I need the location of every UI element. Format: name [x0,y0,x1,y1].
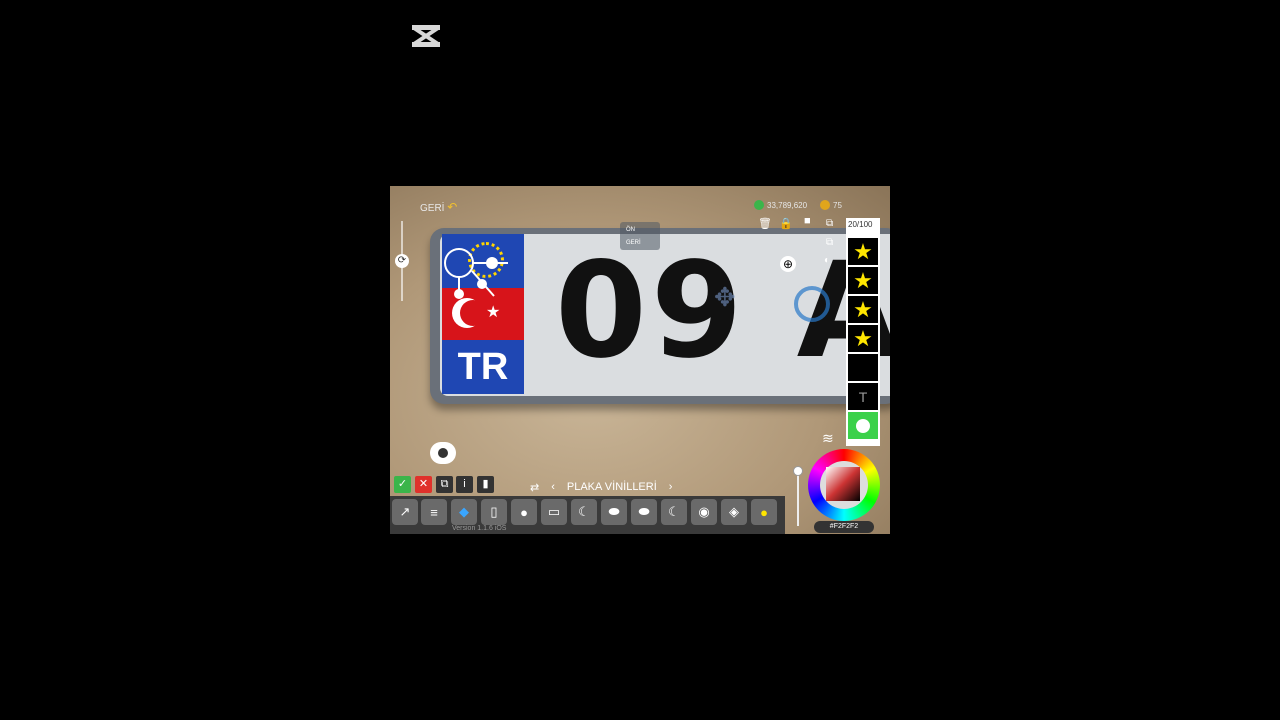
vinyl-thumb-5[interactable]: ● [511,499,537,525]
info-icon[interactable]: i [456,476,473,493]
back-button[interactable]: GERİ ↶ [420,200,457,214]
vinyl-thumb-10[interactable]: ☾ [661,499,687,525]
vinyl-thumb-1[interactable]: ↗ [392,499,418,525]
vinyl-thumb-8[interactable]: ⬬ [601,499,627,525]
vinyl-thumb-6[interactable]: ▭ [541,499,567,525]
layer-selected[interactable] [848,412,878,439]
vinyl-thumb-3[interactable]: ◆ [451,499,477,525]
version-text: Version 1.1.6 iOS [452,525,507,532]
back-label: GERİ [420,203,445,214]
money-amount: 33,789,620 [767,200,808,210]
chevron-left-icon[interactable]: ‹ [551,481,555,493]
vinyl-thumb-12[interactable]: ◈ [721,499,747,525]
view-back[interactable]: GERİ [620,238,660,248]
mirror-icon[interactable]: ⧉ [826,238,833,248]
money-display[interactable]: 33,789,620 [754,200,807,210]
duplicate-icon[interactable]: ⧉ [826,219,833,229]
layer-blank[interactable] [848,354,878,381]
star-icon: ★ [853,296,873,322]
layer-counter: 20/100 [848,220,873,229]
rotate-handle-icon[interactable] [794,286,830,322]
money-icon [754,200,764,210]
move-handle-icon[interactable]: ✥ [714,282,736,313]
swap-icon[interactable]: ⇄ [530,481,539,494]
category-nav: ⇄ ‹ PLAKA VİNİLLERİ › [530,478,672,496]
trash-icon[interactable]: 🗑 [758,219,772,230]
country-code: TR [457,345,509,388]
vinyl-thumb-2[interactable]: ≡ [421,499,447,525]
layer-text-icon[interactable]: T [848,383,878,410]
gold-display[interactable]: 75 [820,200,842,210]
opacity-slider[interactable] [797,471,799,526]
vinyl-thumb-13[interactable]: ● [751,499,777,525]
opacity-knob[interactable] [793,466,803,476]
camera-icon[interactable]: ■ [804,216,811,227]
vinyl-thumb-4[interactable]: ▯ [481,499,507,525]
accept-button[interactable]: ✓ [394,476,411,493]
transform-gizmo-icon[interactable] [442,246,522,306]
view-front[interactable]: ÖN [620,222,660,238]
eye-icon[interactable] [430,442,456,464]
copy-icon[interactable]: ⧉ [436,476,453,493]
star-icon: ★ [853,325,873,351]
vinyl-thumb-7[interactable]: ☾ [571,499,597,525]
layer-star-1[interactable]: ★ [848,238,878,265]
cancel-button[interactable]: ✕ [415,476,432,493]
layer-star-2[interactable]: ★ [848,267,878,294]
gold-icon [820,200,830,210]
game-viewport: ★ TR 09 AG ✥ ⊕ GERİ ↶ 33,789,620 75 🗑 🔒 … [390,186,890,534]
add-point-icon[interactable]: ⊕ [780,256,796,272]
layers-icon[interactable]: ≋ [822,430,834,447]
star-icon: ★ [853,267,873,293]
lock-icon[interactable]: 🔒 [779,219,793,230]
layer-star-4[interactable]: ★ [848,325,878,352]
capcut-logo-icon [412,25,440,47]
rotate-view-icon[interactable]: ⟳ [395,254,409,268]
category-label: PLAKA VİNİLLERİ [566,481,657,493]
vinyl-thumb-11[interactable]: ◉ [691,499,717,525]
color-square[interactable] [826,467,860,501]
star-icon: ★ [853,238,873,264]
flip-icon[interactable]: ◐ [824,256,830,266]
chevron-right-icon[interactable]: › [669,481,673,493]
vinyl-thumb-9[interactable]: ⬬ [631,499,657,525]
gold-amount: 75 [833,200,842,210]
layer-panel: ★ ★ ★ ★ T [846,218,880,446]
layer-star-3[interactable]: ★ [848,296,878,323]
undo-arrow-icon: ↶ [447,200,458,214]
view-toggle[interactable]: ÖN GERİ [620,222,660,250]
bookmark-icon[interactable]: ▮ [477,476,494,493]
color-hex-value[interactable]: #F2F2F2 [814,521,874,533]
